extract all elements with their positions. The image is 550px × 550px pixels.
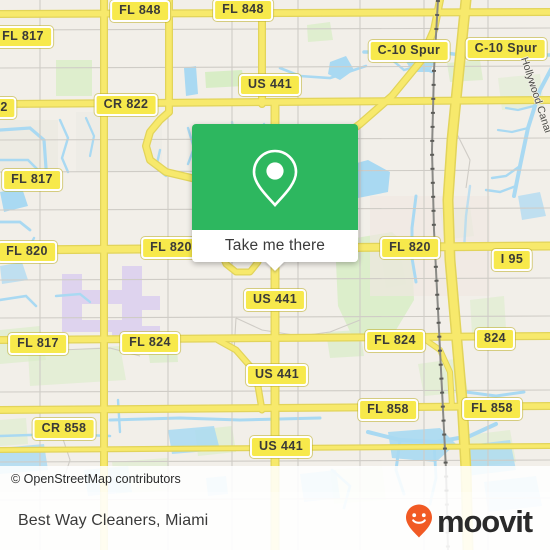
- road-shield: FL 848: [213, 0, 273, 21]
- road-shield: FL 817: [0, 26, 53, 48]
- road-shield: US 441: [238, 74, 302, 96]
- road-shield: FL 858: [462, 398, 522, 420]
- road-shield: US 441: [249, 436, 313, 458]
- footer-bar: Best Way Cleaners, Miami moovit: [0, 492, 550, 550]
- road-shield: CR 822: [94, 94, 158, 116]
- moovit-wordmark: moovit: [436, 503, 533, 539]
- road-shield: FL 824: [365, 330, 425, 352]
- moovit-pin-smiley-icon: [405, 504, 432, 538]
- road-shield: 824: [474, 328, 516, 350]
- callout-label-area[interactable]: Take me there: [192, 230, 358, 271]
- map-attribution-bar: © OpenStreetMap contributors: [0, 466, 550, 492]
- road-shield: C-10 Spur: [465, 38, 547, 60]
- road-shield: FL 817: [8, 333, 68, 355]
- road-shield: US 441: [245, 364, 309, 386]
- road-shield: US 441: [243, 289, 307, 311]
- road-shield: C-10 Spur: [368, 40, 450, 62]
- attribution-text[interactable]: © OpenStreetMap contributors: [0, 472, 181, 486]
- map-pin-icon: [252, 149, 298, 207]
- moovit-brand[interactable]: moovit: [404, 503, 533, 539]
- road-shield: I 95: [491, 249, 533, 271]
- road-shield: 2: [0, 97, 17, 119]
- callout-arrow: [265, 261, 285, 271]
- road-shield: FL 848: [110, 0, 170, 22]
- callout-label: Take me there: [224, 237, 326, 254]
- road-shield: FL 824: [120, 332, 180, 354]
- road-shield: FL 858: [358, 399, 418, 421]
- road-shield: CR 858: [32, 418, 96, 440]
- take-me-there-callout[interactable]: Take me there: [192, 124, 358, 271]
- road-shield: FL 820: [0, 241, 57, 263]
- callout-icon-area: [192, 124, 358, 230]
- road-shield: FL 820: [380, 237, 440, 259]
- moovit-map-screen: FL 848 FL 848 FL 817 C-10 Spur C-10 Spur US 4…: [0, 0, 550, 550]
- road-shield: FL 817: [2, 169, 62, 191]
- place-title: Best Way Cleaners, Miami: [18, 512, 209, 529]
